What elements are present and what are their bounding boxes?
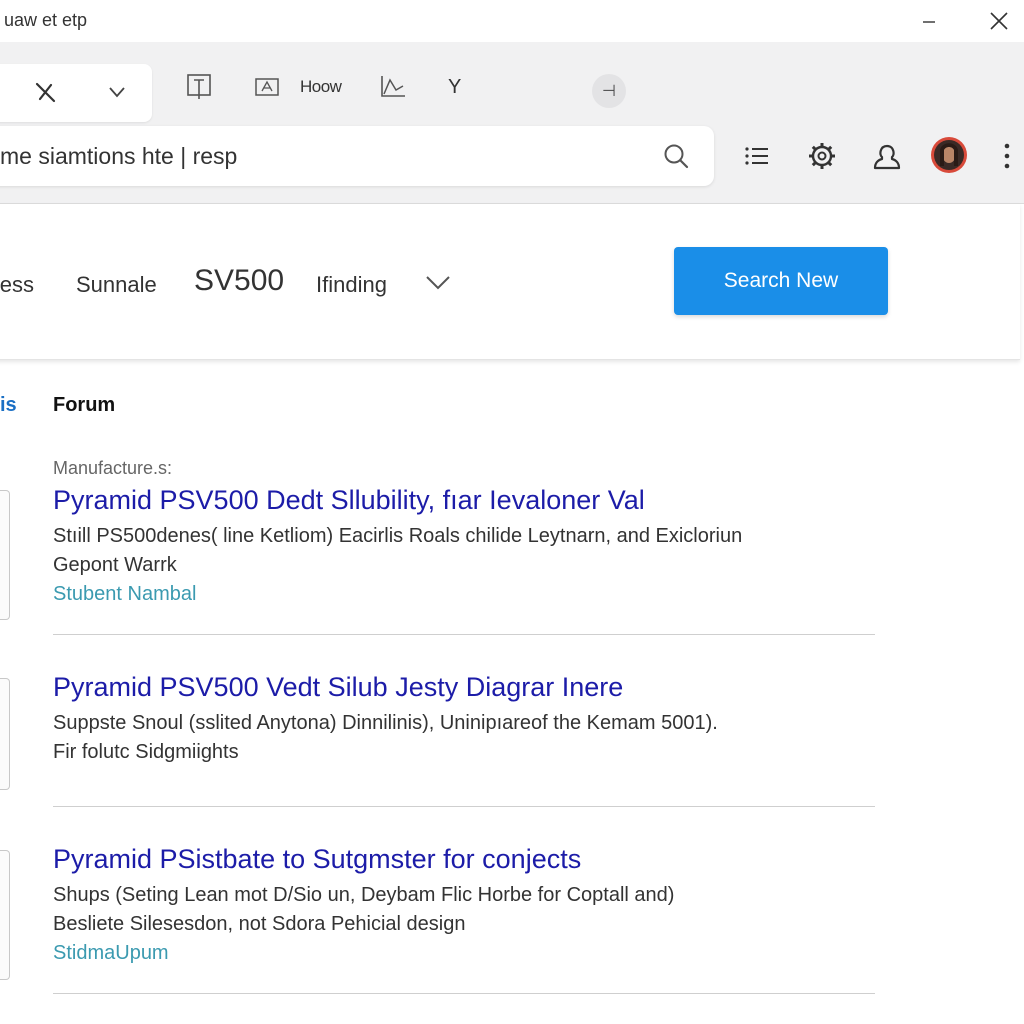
result-title-link[interactable]: Pyramid PSV500 Vedt Silub Jesty Diagrar … [53,672,893,703]
filter-item-ifinding[interactable]: Ifinding [316,272,387,298]
tab-partial[interactable]: is [0,394,17,417]
avatar-icon [931,137,967,173]
divider [53,993,875,994]
list-button[interactable] [737,136,777,176]
pin-button[interactable]: ⊣ [592,74,626,108]
result-description: Shups (Seting Lean mot D/Sio un, Deybam … [53,884,675,906]
gear-icon [809,143,835,169]
minimize-button[interactable] [898,0,960,42]
toolbar: Hoow Y ⊣ me siamtions hte | resp [0,42,1024,204]
result-title-link[interactable]: Pyramid PSV500 Dedt Sllubility, fıar Iev… [53,485,893,516]
result-description: Fir folutc Sidgmiights [53,741,239,763]
more-vertical-icon [1004,143,1010,169]
list-icon [745,147,768,165]
search-icon [664,144,689,169]
divider [53,806,875,807]
search-result: Pyramid PSV500 Vedt Silub Jesty Diagrar … [53,672,893,767]
pin-icon: ⊣ [602,83,616,100]
filter-item-iless[interactable]: iless [0,272,34,298]
chevron-down-icon[interactable] [424,272,452,294]
search-query[interactable]: me siamtions hte | resp [0,143,237,170]
search-new-button[interactable]: Search New [674,247,888,315]
chart-icon [381,76,405,97]
thumbnail-edge [0,490,10,620]
result-description: Suppste Snoul (sslited Anytona) Dinnilin… [53,712,718,734]
y-button[interactable]: Y [448,70,461,104]
result-source-link[interactable]: StidmaUpum [53,939,893,967]
image-button[interactable] [252,70,282,104]
account-button[interactable] [867,136,907,176]
close-button[interactable] [968,0,1024,42]
result-description: Stıill PS500denes( line Ketliom) Eacirli… [53,525,743,547]
thumbnail-edge [0,678,10,790]
image-icon [255,78,279,96]
result-description: Besliete Silesesdon, not Sdora Pehicial … [53,913,466,935]
tab-forum[interactable]: Forum [53,394,115,417]
hoow-button[interactable]: Hoow [300,70,342,104]
filter-item-sv500[interactable]: SV500 [194,264,284,298]
title-bar: uaw et etp [0,0,1024,42]
divider [53,634,875,635]
filter-item-sunnale[interactable]: Sunnale [76,272,157,298]
avatar[interactable] [929,135,969,175]
search-button[interactable] [660,140,692,172]
minimize-icon [923,21,935,23]
search-result: Manufacture.s: Pyramid PSV500 Dedt Sllub… [53,458,893,608]
result-title-link[interactable]: Pyramid PSistbate to Sutgmster for conje… [53,844,893,875]
search-result: Pyramid PSistbate to Sutgmster for conje… [53,844,893,967]
text-box-icon [187,74,211,99]
y-label: Y [448,75,461,98]
result-description: Gepont Warrk [53,554,177,576]
chevron-down-icon [109,87,125,98]
user-icon [873,144,901,170]
chart-button[interactable] [378,70,408,104]
settings-button[interactable] [802,136,842,176]
result-meta: Manufacture.s: [53,458,173,478]
close-icon [990,12,1008,30]
close-x-icon [35,82,56,103]
hoow-label: Hoow [300,77,342,96]
window-title: uaw et etp [4,10,88,30]
thumbnail-edge [0,850,10,980]
search-input[interactable]: me siamtions hte | resp [0,126,714,186]
filter-bar: iless Sunnale SV500 Ifinding Search New [0,204,1020,360]
text-box-button[interactable] [184,70,214,104]
more-button[interactable] [990,136,1024,176]
mode-dropdown[interactable] [0,64,152,122]
result-source-link[interactable]: Stubent Nambal [53,580,893,608]
